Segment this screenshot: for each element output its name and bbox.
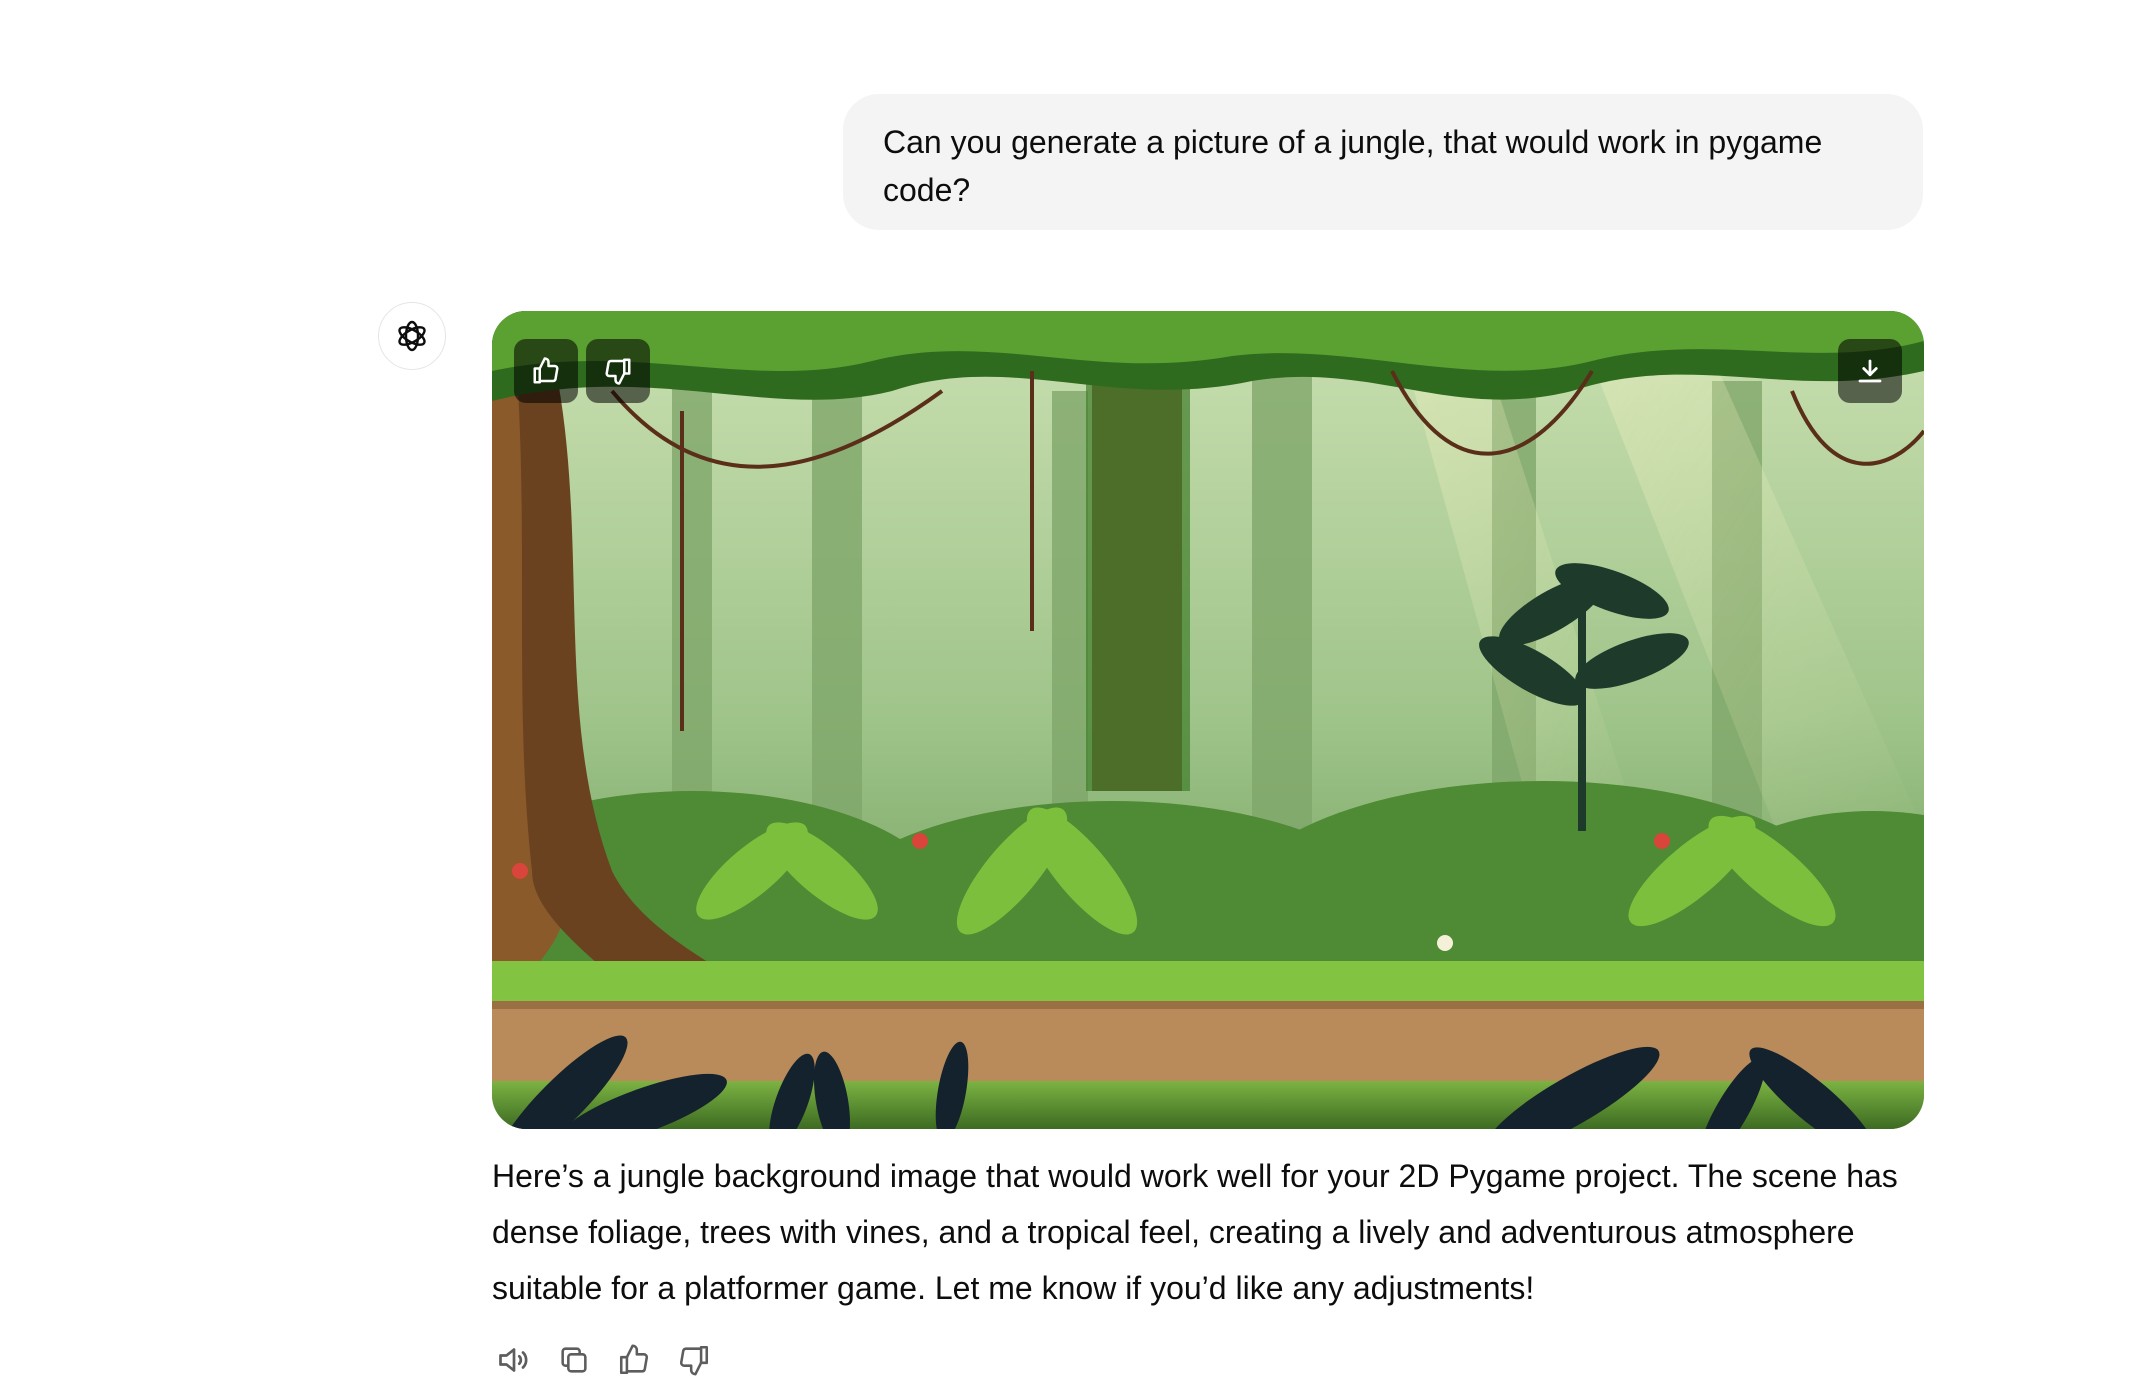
copy-button[interactable] bbox=[552, 1338, 596, 1382]
good-response-button[interactable] bbox=[612, 1338, 656, 1382]
assistant-message-text: Here’s a jungle background image that wo… bbox=[492, 1158, 1898, 1306]
thumbs-up-icon bbox=[619, 1344, 649, 1375]
download-icon bbox=[1858, 359, 1882, 383]
jungle-scene-image bbox=[492, 311, 1924, 1129]
read-aloud-button[interactable] bbox=[492, 1338, 536, 1382]
read-aloud-icon bbox=[499, 1348, 528, 1372]
image-like-button[interactable] bbox=[514, 339, 578, 403]
image-download-button[interactable] bbox=[1838, 339, 1902, 403]
assistant-message: Here’s a jungle background image that wo… bbox=[492, 1148, 1932, 1316]
copy-icon bbox=[561, 1347, 587, 1373]
message-actions bbox=[492, 1338, 716, 1382]
user-message-bubble: Can you generate a picture of a jungle, … bbox=[843, 94, 1923, 230]
thumbs-up-icon bbox=[533, 357, 559, 384]
image-dislike-button[interactable] bbox=[586, 339, 650, 403]
bad-response-button[interactable] bbox=[672, 1338, 716, 1382]
user-message-text: Can you generate a picture of a jungle, … bbox=[883, 124, 1823, 208]
assistant-avatar bbox=[378, 302, 446, 370]
thumbs-down-icon bbox=[605, 358, 631, 385]
thumbs-down-icon bbox=[679, 1345, 709, 1376]
generated-image[interactable] bbox=[492, 311, 1924, 1129]
openai-logo-icon bbox=[398, 320, 426, 352]
